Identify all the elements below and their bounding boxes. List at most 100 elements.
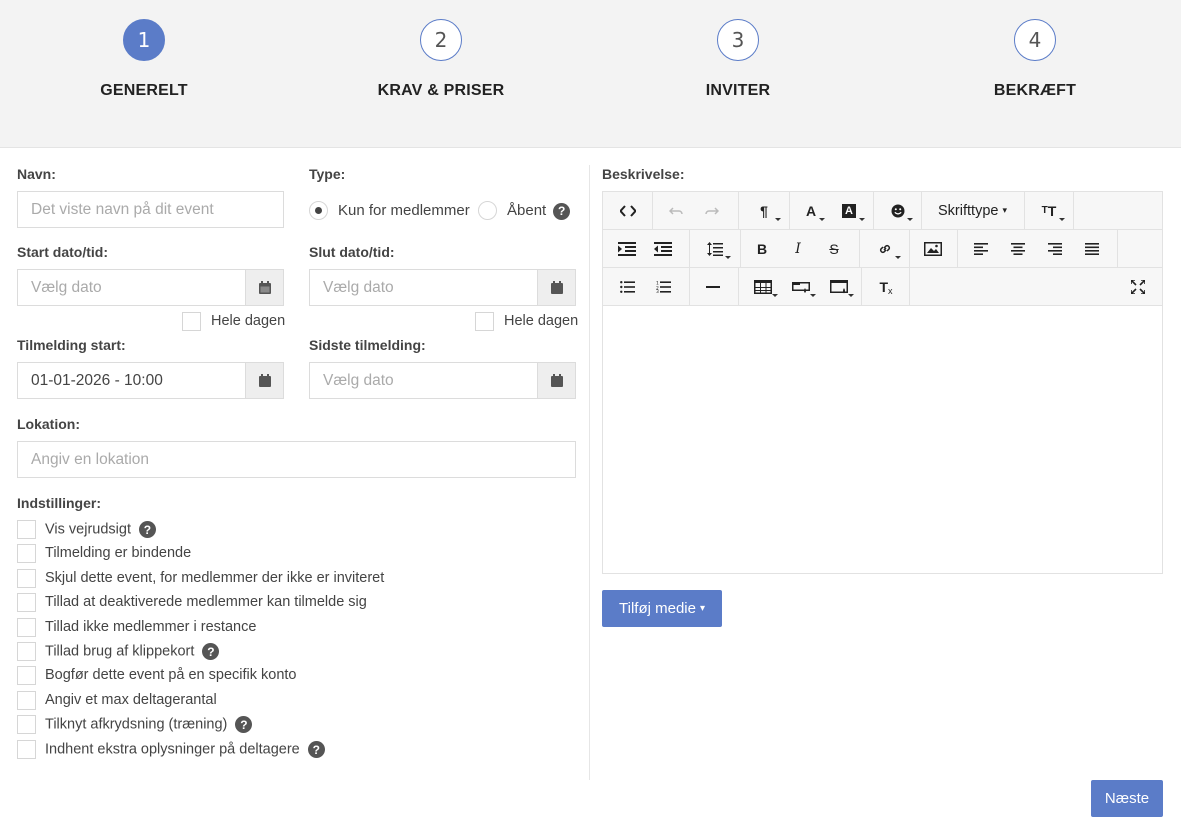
editor-content-area[interactable]: [603, 307, 1162, 573]
settings-checkbox[interactable]: [17, 715, 36, 734]
name-input[interactable]: Det viste navn på dit event: [17, 191, 284, 228]
step-krav-priser[interactable]: 2 KRAV & PRISER: [341, 19, 541, 100]
settings-option-text: Bogfør dette event på en specifik konto: [45, 667, 297, 683]
settings-option-text: Tilmelding er bindende: [45, 545, 192, 561]
type-radio-open[interactable]: [478, 201, 497, 220]
last-signup-placeholder: Vælg dato: [323, 371, 394, 389]
settings-option-text: Tilknyt afkrydsning (træning): [45, 716, 228, 733]
code-view-icon[interactable]: [603, 192, 652, 229]
svg-text:3: 3: [656, 289, 659, 293]
type-radio-members[interactable]: [309, 201, 328, 220]
help-icon[interactable]: ?: [202, 643, 220, 660]
chevron-down-icon: ▾: [699, 603, 705, 614]
cell-background-icon[interactable]: [782, 268, 820, 305]
background-color-icon[interactable]: A: [829, 192, 869, 229]
signup-start-calendar-button[interactable]: [245, 363, 283, 398]
insert-image-icon[interactable]: [914, 230, 952, 267]
end-date-input[interactable]: Vælg dato: [309, 269, 576, 306]
redo-icon[interactable]: [694, 192, 730, 229]
step-label: KRAV & PRISER: [377, 82, 505, 99]
signup-start-input[interactable]: 01-01-2026 - 10:00: [17, 362, 284, 399]
signup-start-label: Tilmelding start:: [17, 337, 126, 353]
align-right-icon[interactable]: [1037, 230, 1073, 267]
step-inviter[interactable]: 3 INVITER: [638, 19, 838, 100]
settings-checkbox[interactable]: [17, 740, 36, 759]
step-generelt[interactable]: 1 GENERELT: [44, 19, 244, 100]
paragraph-format-icon[interactable]: ¶: [743, 192, 785, 229]
bold-icon[interactable]: B: [744, 230, 780, 267]
end-date-label: Slut dato/tid:: [309, 244, 395, 260]
outdent-icon[interactable]: [645, 230, 681, 267]
type-open-label: Åbent?: [507, 202, 571, 220]
name-label: Navn:: [17, 166, 56, 182]
settings-checkbox[interactable]: [17, 593, 36, 612]
end-calendar-button[interactable]: [537, 270, 575, 305]
link-icon[interactable]: [865, 230, 905, 267]
unordered-list-icon[interactable]: [609, 268, 645, 305]
help-icon[interactable]: ?: [235, 716, 253, 733]
indent-icon[interactable]: [609, 230, 645, 267]
settings-option-text: Tillad ikke medlemmer i restance: [45, 619, 257, 635]
step-label: GENERELT: [100, 82, 188, 99]
settings-checkbox[interactable]: [17, 642, 36, 661]
step-number: 1: [123, 19, 165, 61]
undo-icon[interactable]: [658, 192, 694, 229]
settings-option-label: Bogfør dette event på en specifik konto: [45, 667, 296, 683]
settings-checkbox[interactable]: [17, 569, 36, 588]
type-open-text: Åbent: [507, 202, 547, 219]
settings-option-label: Angiv et max deltagerantal: [45, 692, 217, 708]
horizontal-line-icon[interactable]: [695, 268, 731, 305]
add-media-label: Tilføj medie: [619, 600, 696, 617]
clear-formatting-icon[interactable]: Tx: [868, 268, 904, 305]
start-date-input[interactable]: Vælg dato: [17, 269, 284, 306]
insert-table-icon[interactable]: [744, 268, 782, 305]
last-signup-input[interactable]: Vælg dato: [309, 362, 576, 399]
start-date-placeholder: Vælg dato: [31, 278, 102, 296]
next-button[interactable]: Næste: [1091, 780, 1163, 817]
settings-option-text: Skjul dette event, for medlemmer der ikk…: [45, 570, 385, 586]
table-style-icon[interactable]: [820, 268, 858, 305]
font-family-label: Skrifttype: [938, 202, 999, 219]
ordered-list-icon[interactable]: 123: [645, 268, 681, 305]
align-left-icon[interactable]: [963, 230, 999, 267]
text-color-icon[interactable]: A: [793, 192, 829, 229]
settings-checkbox[interactable]: [17, 666, 36, 685]
type-members-label: Kun for medlemmer: [338, 202, 470, 219]
chevron-down-icon: ▾: [1002, 205, 1007, 215]
settings-option-label: Tilmelding er bindende: [45, 545, 191, 561]
help-icon[interactable]: ?: [138, 521, 156, 538]
strikethrough-icon[interactable]: S: [816, 230, 852, 267]
add-media-button[interactable]: Tilføj medie ▾: [602, 590, 722, 627]
radio-selected-dot: [315, 207, 322, 214]
align-center-icon[interactable]: [1000, 230, 1036, 267]
description-label: Beskrivelse:: [602, 166, 685, 182]
italic-icon[interactable]: I: [780, 230, 816, 267]
help-icon[interactable]: ?: [307, 741, 325, 758]
font-family-dropdown[interactable]: Skrifttype ▾: [925, 192, 1020, 229]
toolbar-row-1: ¶ A A Skrifttype ▾ TT: [603, 192, 1162, 230]
settings-option-text: Angiv et max deltagerantal: [45, 692, 217, 708]
settings-option-label: Indhent ekstra oplysninger på deltagere?: [45, 741, 325, 758]
settings-checkbox[interactable]: [17, 691, 36, 710]
end-date-placeholder: Vælg dato: [323, 278, 394, 296]
settings-option-text: Tillad at deaktiverede medlemmer kan til…: [45, 594, 367, 610]
emoticons-icon[interactable]: [879, 192, 917, 229]
start-all-day-checkbox[interactable]: [182, 312, 201, 331]
settings-checkbox[interactable]: [17, 544, 36, 563]
start-calendar-button[interactable]: [245, 270, 283, 305]
help-icon[interactable]: ?: [553, 202, 571, 220]
settings-option-label: Tillad brug af klippekort?: [45, 643, 220, 660]
location-input[interactable]: Angiv en lokation: [17, 441, 576, 478]
settings-option-label: Skjul dette event, for medlemmer der ikk…: [45, 570, 384, 586]
settings-option-label: Tilknyt afkrydsning (træning)?: [45, 716, 253, 733]
type-label: Type:: [309, 166, 346, 182]
end-all-day-checkbox[interactable]: [475, 312, 494, 331]
step-bekraeft[interactable]: 4 BEKRÆFT: [935, 19, 1135, 100]
align-justify-icon[interactable]: [1074, 230, 1110, 267]
font-size-icon[interactable]: TT: [1029, 192, 1069, 229]
settings-checkbox[interactable]: [17, 618, 36, 637]
fullscreen-icon[interactable]: [1123, 268, 1153, 305]
settings-checkbox[interactable]: [17, 520, 36, 539]
last-signup-calendar-button[interactable]: [537, 363, 575, 398]
line-height-icon[interactable]: [695, 230, 735, 267]
